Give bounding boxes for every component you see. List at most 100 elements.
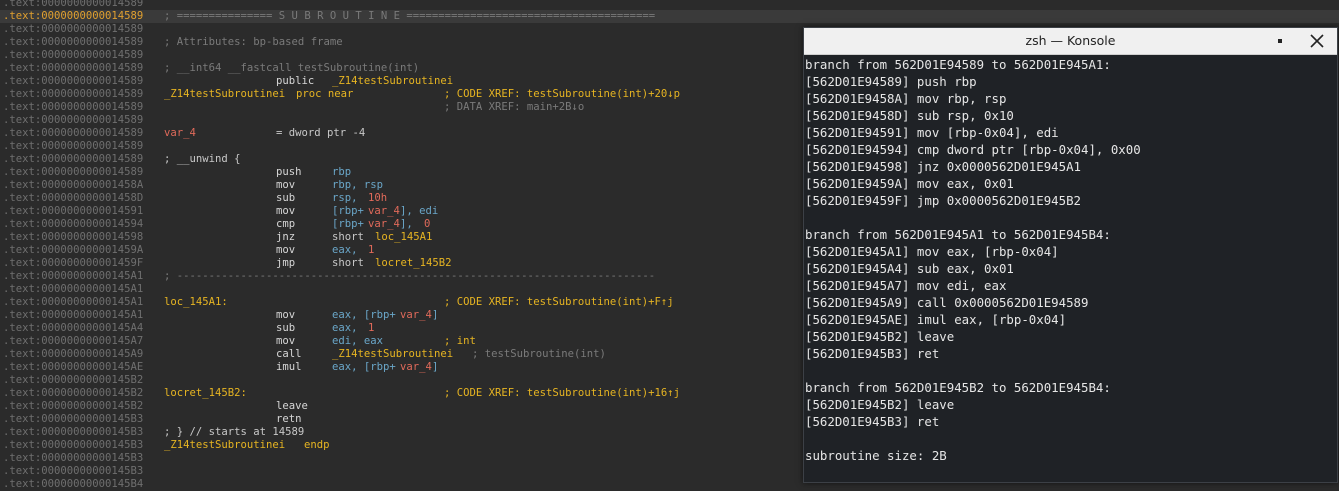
line-token: ], edi: [400, 205, 439, 217]
line-token: push: [276, 166, 302, 178]
line-address: .text:00000000000145A1: [3, 296, 144, 308]
konsole-window[interactable]: zsh — Konsole branch from 562D01E94589 t…: [803, 27, 1338, 483]
listing-line[interactable]: .text:0000000000014589 ; =============== …: [0, 10, 1339, 23]
line-token: ; __int64 __fastcall testSubroutine(int): [164, 62, 420, 74]
line-token: 1: [368, 322, 375, 334]
line-address: .text:0000000000014589: [3, 36, 144, 48]
line-token: rbp: [332, 166, 352, 178]
line-token: ; int: [444, 335, 476, 347]
line-token: ]: [432, 309, 439, 321]
line-token: var_4: [400, 361, 432, 373]
terminal-line: branch from 562D01E945A1 to 562D01E945B4…: [805, 227, 1111, 242]
line-address: .text:0000000000014589: [3, 127, 144, 139]
line-token: locret_145B2: [375, 257, 452, 269]
line-token: endp: [304, 439, 330, 451]
line-token: mov: [276, 205, 296, 217]
terminal-line: [562D01E945B2] leave: [805, 329, 955, 344]
line-token: 1: [368, 244, 375, 256]
line-token: short: [332, 231, 364, 243]
line-address: .text:0000000000014589: [3, 166, 144, 178]
line-token: _Z14testSubroutinei: [164, 88, 286, 100]
keep-above-icon: [1278, 39, 1282, 43]
line-token: sub: [276, 322, 296, 334]
line-token: eax, [rbp+: [332, 361, 396, 373]
line-token: mov: [276, 309, 296, 321]
window-titlebar[interactable]: zsh — Konsole: [804, 28, 1337, 55]
line-address: .text:00000000000145A7: [3, 335, 144, 347]
terminal-line: [562D01E945B3] ret: [805, 414, 940, 429]
line-token: [rbp+: [332, 218, 364, 230]
line-address: .text:00000000000145B2: [3, 387, 144, 399]
terminal-line: subroutine size: 2B: [805, 448, 947, 463]
terminal-line: [562D01E9459A] mov eax, 0x01: [805, 176, 1014, 191]
line-token: ; CODE XREF: testSubroutine(int)+20↓p: [444, 88, 680, 100]
line-address: .text:00000000000145B3: [3, 413, 144, 425]
line-address: .text:0000000000014589: [3, 10, 144, 22]
terminal-line: [562D01E945A7] mov edi, eax: [805, 278, 1007, 293]
line-token: rbp, rsp: [332, 179, 384, 191]
terminal-line: [562D01E945A4] sub eax, 0x01: [805, 261, 1014, 276]
listing-line[interactable]: .text:0000000000014589: [0, 0, 1339, 10]
line-address: .text:00000000000145A1: [3, 270, 144, 282]
line-token: eax,: [332, 244, 364, 256]
line-token: short: [332, 257, 364, 269]
line-address: .text:0000000000014589: [3, 0, 144, 9]
line-token: ; =============== S U B R O U T I N E ==…: [164, 10, 656, 22]
line-address: .text:0000000000014589: [3, 140, 144, 152]
line-token: eax, [rbp+: [332, 309, 396, 321]
line-address: .text:00000000000145B4: [3, 478, 144, 490]
terminal-line: [562D01E94589] push rbp: [805, 74, 977, 89]
line-address: .text:0000000000014589: [3, 23, 144, 35]
line-token: var_4: [400, 309, 432, 321]
terminal-line: branch from 562D01E945B2 to 562D01E945B4…: [805, 380, 1111, 395]
line-token: retn: [276, 413, 302, 425]
line-token: jmp: [276, 257, 296, 269]
terminal-line: branch from 562D01E94589 to 562D01E945A1…: [805, 57, 1111, 72]
line-token: mov: [276, 179, 296, 191]
line-address: .text:00000000000145A1: [3, 309, 144, 321]
terminal-line: [562D01E945A1] mov eax, [rbp-0x04]: [805, 244, 1059, 259]
terminal-output[interactable]: branch from 562D01E94589 to 562D01E945A1…: [804, 55, 1337, 482]
terminal-line: [562D01E945AE] imul eax, [rbp-0x04]: [805, 312, 1067, 327]
close-icon: [1310, 34, 1324, 48]
line-token: edi, eax: [332, 335, 384, 347]
terminal-line: [562D01E94598] jnz 0x0000562D01E945A1: [805, 159, 1082, 174]
line-address: .text:00000000000145A4: [3, 322, 144, 334]
line-token: var_4: [368, 218, 400, 230]
line-token: 10h: [368, 192, 388, 204]
window-title: zsh — Konsole: [1025, 33, 1116, 48]
line-address: .text:0000000000014598: [3, 231, 144, 243]
line-address: .text:000000000001458A: [3, 179, 144, 191]
line-token: imul: [276, 361, 302, 373]
line-token: ; } // starts at 14589: [164, 426, 305, 438]
terminal-line: [562D01E9458D] sub rsp, 0x10: [805, 108, 1014, 123]
line-address: .text:0000000000014594: [3, 218, 144, 230]
line-address: .text:00000000000145B3: [3, 452, 144, 464]
line-address: .text:00000000000145A1: [3, 283, 144, 295]
line-address: .text:00000000000145B3: [3, 439, 144, 451]
close-button[interactable]: [1307, 31, 1327, 51]
line-address: .text:000000000001459F: [3, 257, 144, 269]
line-token: _Z14testSubroutinei: [332, 75, 454, 87]
line-token: locret_145B2:: [164, 387, 247, 399]
line-address: .text:0000000000014589: [3, 75, 144, 87]
terminal-line: [562D01E945B2] leave: [805, 397, 955, 412]
line-token: proc near: [296, 88, 354, 100]
line-token: ; Attributes: bp-based frame: [164, 36, 343, 48]
line-token: loc_145A1: [375, 231, 433, 243]
line-token: var_4: [368, 205, 400, 217]
line-address: .text:000000000001458D: [3, 192, 144, 204]
line-token: [rbp+: [332, 205, 364, 217]
line-address: .text:00000000000145B2: [3, 374, 144, 386]
line-token: eax,: [332, 322, 364, 334]
line-token: public: [276, 75, 315, 87]
line-address: .text:000000000001459A: [3, 244, 144, 256]
line-token: = dword ptr -4: [276, 127, 366, 139]
keep-above-button[interactable]: [1274, 35, 1286, 47]
line-address: .text:0000000000014589: [3, 88, 144, 100]
line-token: _Z14testSubroutinei: [332, 348, 454, 360]
line-token: loc_145A1:: [164, 296, 228, 308]
line-token: rsp,: [332, 192, 364, 204]
line-token: call: [276, 348, 302, 360]
line-address: .text:00000000000145B3: [3, 465, 144, 477]
